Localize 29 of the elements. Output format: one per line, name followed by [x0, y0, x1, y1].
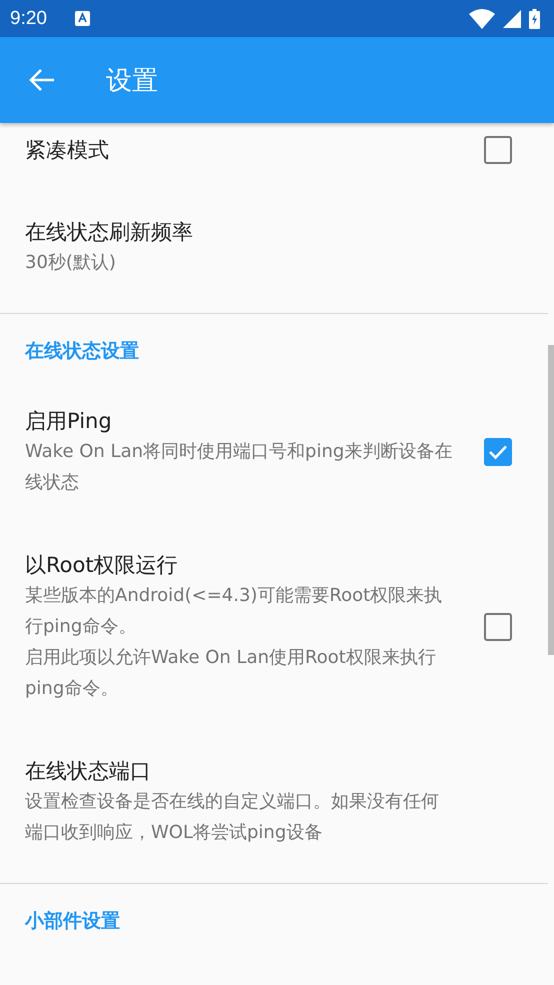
setting-row[interactable]: 以Root权限运行 某些版本的Android(<=4.3)可能需要Root权限来执行ping命令。 启用此项以允许Wake On Lan使用Root权限来执行ping命令。: [0, 524, 548, 730]
setting-title: 以Root权限运行: [25, 552, 179, 579]
setting-row[interactable]: 启用Ping Wake On Lan将同时使用端口号和ping来判断设备在线状态: [0, 380, 548, 524]
signal-icon: [503, 10, 521, 28]
setting-row[interactable]: 在线状态刷新频率 30秒(默认): [0, 191, 548, 304]
setting-title: 在线状态刷新频率: [25, 219, 194, 246]
screen-title: 设置: [106, 64, 158, 98]
setting-title: 紧凑模式: [25, 137, 110, 164]
setting-title: 在线状态端口: [25, 758, 152, 785]
setting-summary: 某些版本的Android(<=4.3)可能需要Root权限来执行ping命令。: [25, 584, 444, 639]
setting-summary: 启用此项以允许Wake On Lan使用Root权限来执行ping命令。: [25, 646, 437, 701]
setting-title: 启用Ping: [25, 408, 113, 435]
checkbox[interactable]: [484, 438, 512, 466]
setting-summary: Wake On Lan将同时使用端口号和ping来判断设备在线状态: [25, 440, 453, 495]
keyboard-notification-icon: [74, 11, 90, 26]
checkbox[interactable]: [484, 613, 512, 641]
checkbox[interactable]: [484, 136, 512, 164]
section-header: 在线状态设置: [24, 339, 140, 364]
section-header: 小部件设置: [24, 909, 121, 934]
battery-icon: [529, 8, 540, 28]
setting-row[interactable]: 在线状态端口 设置检查设备是否在线的自定义端口。如果没有任何端口收到响应，WOL将尝试ping设备: [0, 730, 548, 874]
setting-row[interactable]: 紧凑模式: [0, 123, 548, 191]
setting-summary: 设置检查设备是否在线的自定义端口。如果没有任何端口收到响应，WOL将尝试ping设备: [25, 790, 440, 845]
wifi-icon: [469, 8, 495, 28]
check-icon: [488, 444, 508, 460]
scrollbar[interactable]: [548, 345, 554, 655]
back-arrow-icon: [29, 68, 55, 92]
clock: 9:20: [10, 8, 47, 30]
setting-summary: 30秒(默认): [25, 251, 117, 275]
